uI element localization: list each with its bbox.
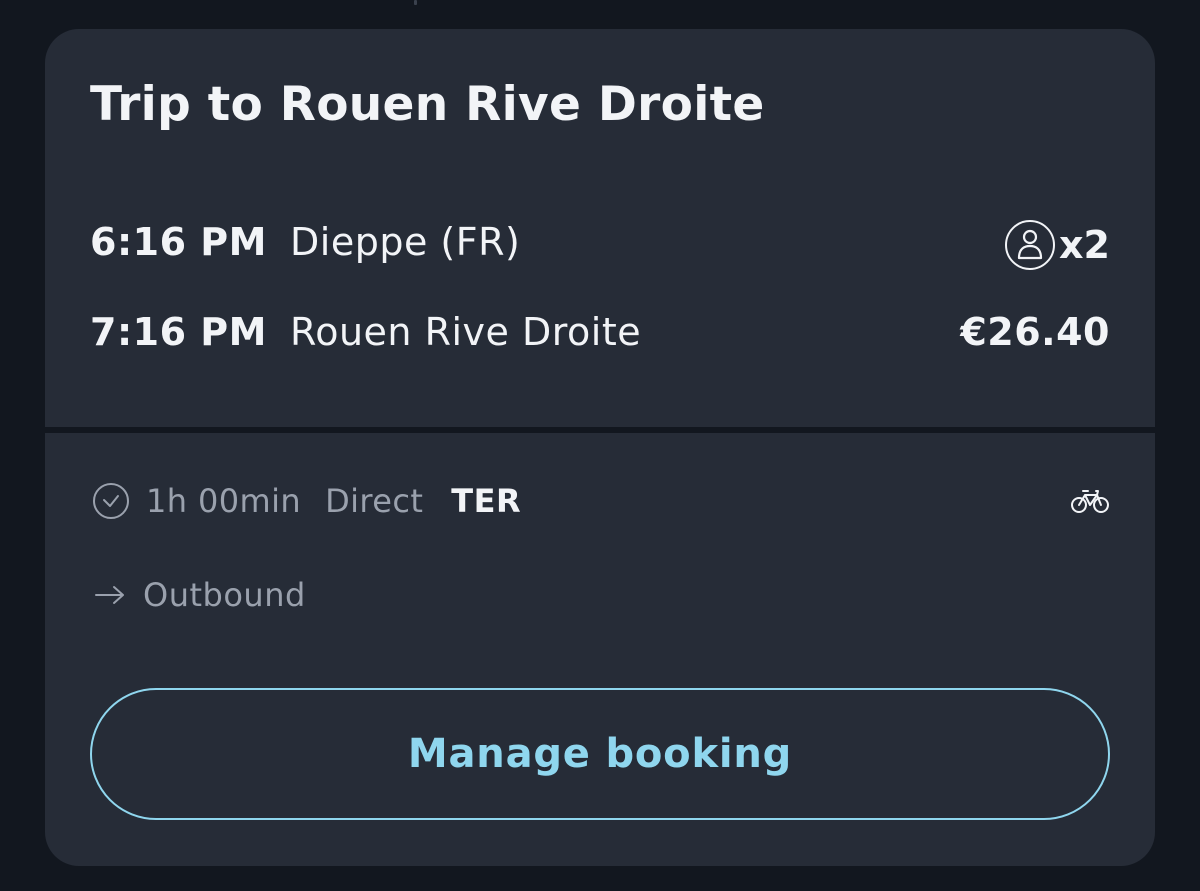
trip-title: Trip to Rouen Rive Droite [90, 77, 765, 132]
arrow-right-icon [95, 586, 124, 604]
trip-details-row: 1h 00min Direct TER [92, 481, 521, 521]
arrival-row: 7:16 PM Rouen Rive Droite [90, 307, 641, 357]
departure-row: 6:16 PM Dieppe (FR) [90, 217, 520, 267]
page: Trip to Rouen Rive Droite 6:16 PM Dieppe… [0, 0, 1200, 891]
direction-row: Outbound [93, 575, 306, 615]
scroll-indicator [414, 0, 417, 5]
trip-card[interactable]: Trip to Rouen Rive Droite 6:16 PM Dieppe… [45, 29, 1155, 866]
departure-time: 6:16 PM [90, 220, 267, 264]
train-type: TER [451, 482, 522, 520]
direction-label: Outbound [143, 576, 306, 614]
arrival-station: Rouen Rive Droite [290, 310, 642, 354]
manage-booking-button[interactable]: Manage booking [90, 688, 1110, 820]
trip-price: €26.40 [960, 310, 1110, 354]
trip-duration: 1h 00min [146, 482, 302, 520]
trip-summary: Trip to Rouen Rive Droite 6:16 PM Dieppe… [45, 29, 1155, 427]
person-icon [1005, 220, 1056, 270]
passenger-count-label: x2 [1059, 223, 1110, 267]
bicycle-icon [1071, 490, 1109, 513]
connection-type: Direct [325, 482, 424, 520]
arrival-time: 7:16 PM [90, 310, 267, 354]
passenger-count: x2 [1005, 219, 1110, 271]
departure-station: Dieppe (FR) [290, 220, 521, 264]
card-divider [45, 427, 1155, 433]
clock-icon [92, 482, 130, 520]
